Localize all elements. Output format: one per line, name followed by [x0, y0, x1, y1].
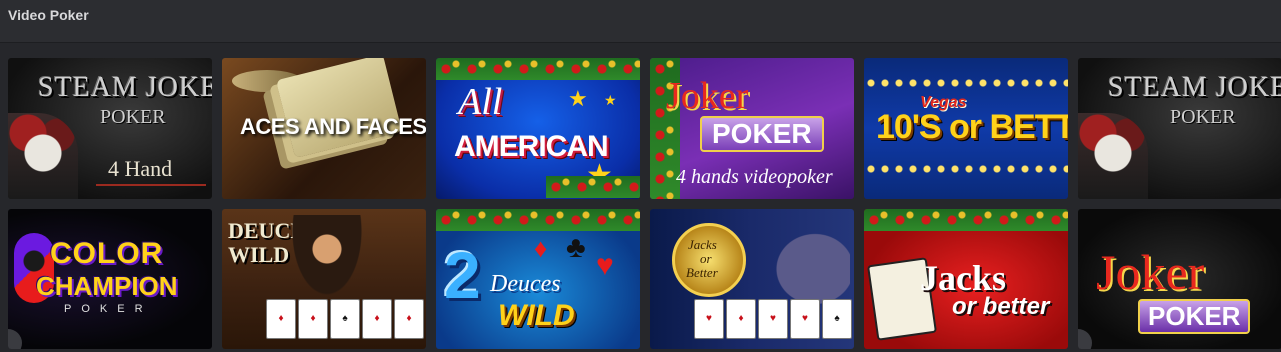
heart-icon: ♥: [596, 249, 614, 282]
game-title-line3: POKER: [64, 303, 153, 315]
playing-card: ♥: [790, 299, 820, 339]
garland: [546, 176, 640, 198]
game-title-line2: or: [700, 251, 712, 266]
game-tile-steam-joker[interactable]: STEAM JOKER POKER: [1078, 58, 1281, 199]
game-title-line1: All: [458, 81, 503, 123]
game-title-line2: POKER: [1138, 299, 1251, 334]
playing-card: ♥: [758, 299, 788, 339]
game-title-line1: Joker: [666, 75, 749, 117]
cowboy-image: [292, 215, 362, 295]
game-title-line3: WILD: [498, 299, 575, 332]
game-tile-vegas-tens-or-better[interactable]: Vegas 10'S or BETTER: [864, 58, 1068, 199]
playing-card: ♦: [394, 299, 424, 339]
card-row: ♥ ♦ ♥ ♥ ♠: [694, 299, 852, 339]
games-grid: STEAM JOKER POKER 4 Hand ACES AND FACES …: [8, 58, 1281, 349]
garland: [864, 209, 1068, 231]
cards-image: [275, 58, 403, 159]
game-tile-2-deuces-wild[interactable]: ♦ ♣ ♥ 2 Deuces WILD: [436, 209, 640, 349]
game-tile-joker-poker-4-hands[interactable]: Joker POKER 4 hands videopoker: [650, 58, 854, 199]
playing-card: ♠: [822, 299, 852, 339]
game-title-line3: 4 hands videopoker: [676, 166, 833, 188]
divider: [96, 184, 206, 186]
game-tile-jacks-or-better-red[interactable]: Jacks or better: [864, 209, 1068, 349]
game-subtitle: POKER: [1170, 106, 1236, 128]
game-extra: 4 Hand: [108, 156, 173, 181]
light-bulbs: [864, 164, 1068, 174]
diamond-icon: ♦: [534, 233, 548, 263]
game-subtitle: POKER: [100, 106, 166, 128]
light-bulbs: [864, 78, 1068, 88]
game-title-line1: COLOR: [50, 237, 164, 270]
game-title-line2: Deuces: [490, 271, 561, 297]
game-tile-color-champion[interactable]: COLOR CHAMPION POKER: [8, 209, 212, 349]
star-icon: ★: [568, 86, 588, 111]
game-tile-all-american[interactable]: ★ ★ ★ All AMERICAN: [436, 58, 640, 199]
garland: [436, 209, 640, 231]
game-title-line2: 10'S or BETTER: [876, 108, 1068, 146]
game-title: STEAM JOKER: [38, 72, 212, 103]
game-title-line2: AMERICAN: [454, 130, 609, 163]
game-title-line1: Jacks: [688, 237, 717, 252]
playing-card: ♦: [726, 299, 756, 339]
game-title-line1: Joker: [1096, 244, 1205, 300]
clown-image: [1078, 113, 1148, 199]
game-tile-aces-and-faces[interactable]: ACES AND FACES: [222, 58, 426, 199]
playing-card: ♠: [330, 299, 360, 339]
game-tile-joker-poker[interactable]: Joker POKER: [1078, 209, 1281, 349]
game-title-line2: WILD: [228, 242, 290, 267]
corner-decoration: [8, 329, 22, 349]
game-tile-deuces-wild[interactable]: DEUCES WILD ♦ ♦ ♠ ♦ ♦: [222, 209, 426, 349]
playing-card: ♥: [694, 299, 724, 339]
game-title-line1: 2: [444, 238, 481, 312]
clown-image: [8, 113, 78, 199]
garland: [436, 58, 640, 80]
star-icon: ★: [604, 92, 617, 108]
section-title: Video Poker: [8, 7, 89, 23]
playing-card: ♦: [298, 299, 328, 339]
card-row: ♦ ♦ ♠ ♦ ♦: [266, 299, 424, 339]
game-title-line2: or better: [952, 293, 1050, 320]
club-icon: ♣: [566, 231, 586, 264]
game-tile-jacks-or-better-gold[interactable]: Jacks or Better ♥ ♦ ♥ ♥ ♠: [650, 209, 854, 349]
corner-decoration: [1078, 329, 1092, 349]
playing-card: ♦: [362, 299, 392, 339]
game-title-line2: POKER: [700, 116, 824, 152]
game-title-line2: CHAMPION: [36, 271, 178, 301]
game-tile-steam-joker-4-hand[interactable]: STEAM JOKER POKER 4 Hand: [8, 58, 212, 199]
playing-card: ♦: [266, 299, 296, 339]
section-header: Video Poker: [0, 0, 1281, 43]
game-title: STEAM JOKER: [1108, 72, 1281, 103]
game-title-line3: Better: [686, 265, 718, 280]
game-title: ACES AND FACES: [240, 114, 426, 139]
